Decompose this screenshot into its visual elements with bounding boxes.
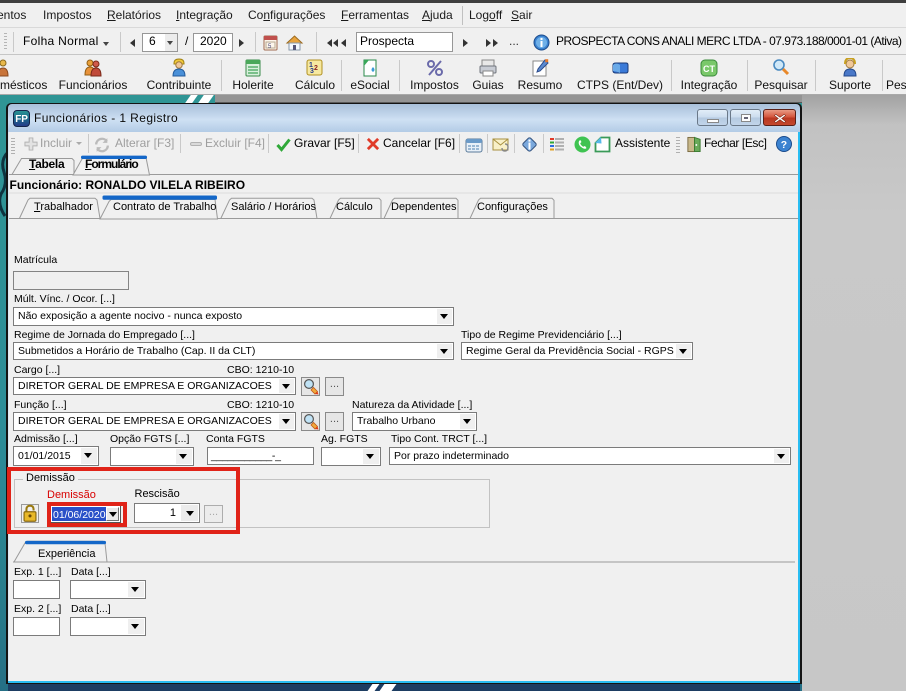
- svg-text:?: ?: [781, 140, 787, 151]
- svg-text:3: 3: [310, 68, 314, 75]
- svg-text:2: 2: [314, 65, 318, 72]
- svg-text:CT: CT: [703, 64, 715, 74]
- svg-text:FP: FP: [15, 114, 28, 125]
